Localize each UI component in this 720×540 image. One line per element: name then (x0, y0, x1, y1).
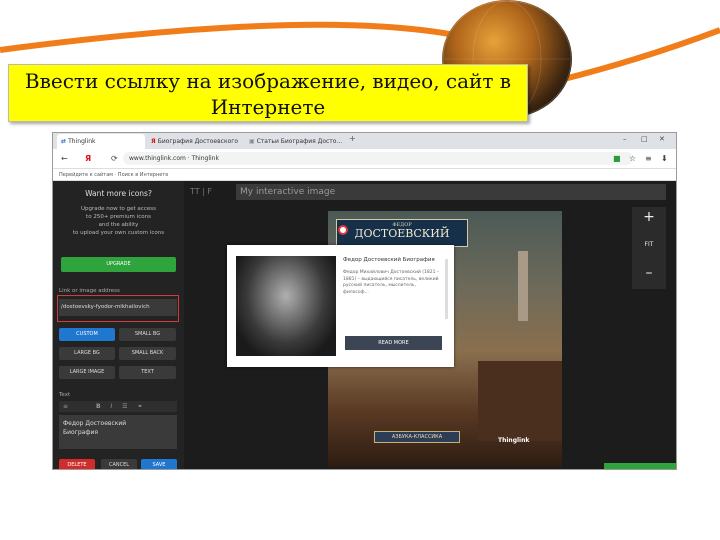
portrait-image (236, 256, 336, 356)
save-button[interactable]: SAVE (141, 459, 177, 469)
zoom-controls: + FIT – (632, 207, 666, 289)
tab-articles[interactable]: ▣ Статьи Биография Досто... (245, 134, 345, 149)
small-bg-button[interactable]: SMALL BG (119, 328, 176, 341)
bookmark-item[interactable]: Перейдите к сайтам · Поиск в Интернете (53, 172, 168, 178)
italic-icon[interactable]: I (102, 403, 112, 410)
tab-biography[interactable]: Я Биография Достоевского (147, 134, 243, 149)
bookmark-star-icon[interactable]: ☆ (629, 149, 636, 169)
read-more-button[interactable]: READ MORE (345, 336, 442, 350)
slide-title-line1: Ввести ссылку на изображение, видео, сай… (24, 69, 512, 93)
list-icon[interactable]: ☰ (114, 403, 127, 410)
address-bar: ← Я ⟳ www.thinglink.com · Thinglink ■ ☆ … (53, 149, 676, 169)
text-button[interactable]: TEXT (119, 366, 176, 379)
popup-text-area[interactable]: Федор Достоевский Биография (59, 415, 177, 449)
text-format-toolbar: ≡ B I ☰ ⚭ (59, 401, 177, 412)
upgrade-button[interactable]: UPGRADE (61, 257, 176, 272)
bookmarks-bar: Перейдите к сайтам · Поиск в Интернете (53, 169, 676, 181)
link-icon[interactable]: ⚭ (129, 403, 142, 410)
delete-button[interactable]: DELETE (59, 459, 95, 469)
bell-tower-shape (518, 251, 528, 321)
popup-card: Федор Достоевский Биография Федор Михайл… (227, 245, 454, 367)
new-tab-button[interactable]: + (349, 134, 356, 143)
back-arrow-icon[interactable]: ← (61, 149, 68, 169)
slide-title-line2: Интернете (210, 95, 326, 119)
download-icon[interactable]: ⬇ (661, 149, 668, 169)
url-field[interactable]: www.thinglink.com · Thinglink (123, 152, 633, 165)
minimize-button[interactable]: – (623, 135, 627, 143)
popup-text: Федор Достоевский Биография Федор Михайл… (343, 256, 441, 342)
tab-bar: ⇄ Thinglink Я Биография Достоевского ▣ С… (53, 133, 676, 149)
building-shape (478, 361, 562, 441)
link-label: Link or image address (59, 288, 120, 294)
slide-title: Ввести ссылку на изображение, видео, сай… (8, 64, 528, 122)
small-back-button[interactable]: SMALL BACK (119, 347, 176, 360)
page-favicon-icon: ▣ (249, 138, 257, 145)
sidebar-heading: Want more icons? (85, 189, 152, 198)
popup-scrollbar[interactable] (445, 259, 448, 319)
book-author: ДОСТОЕВСКИЙ (354, 227, 450, 240)
textarea-line2: Биография (63, 429, 98, 436)
popup-body: Федор Михайлович Достоевский (1821 – 188… (343, 270, 440, 295)
fit-button[interactable]: FIT (632, 227, 666, 255)
refresh-icon[interactable]: ⟳ (111, 149, 118, 169)
text-format-icon[interactable]: TT | F (190, 187, 212, 196)
sidebar-info-line2: to 250+ premium icons (86, 214, 151, 220)
thinglink-watermark: Thinglink (498, 437, 530, 444)
close-window-button[interactable]: ✕ (659, 135, 665, 143)
bold-icon[interactable]: B (70, 403, 101, 410)
zoom-in-button[interactable]: + (632, 207, 666, 227)
sidebar-info-line1: Upgrade now to get access (81, 206, 156, 212)
menu-icon[interactable]: ≡ (645, 149, 652, 169)
large-bg-button[interactable]: LARGE BG (59, 347, 115, 360)
custom-button[interactable]: CUSTOM (59, 328, 115, 341)
zoom-out-button[interactable]: – (632, 255, 666, 283)
tag-marker-icon[interactable] (338, 225, 348, 235)
book-series-label: АЗБУКА-КЛАССИКА (374, 431, 460, 443)
yandex-logo-icon[interactable]: Я (85, 149, 91, 169)
image-title-input[interactable]: My interactive image (236, 184, 666, 200)
sidebar-info-line3: and the ability (98, 222, 139, 228)
bottom-save-strip[interactable] (604, 463, 676, 469)
cancel-button[interactable]: CANCEL (101, 459, 137, 469)
popup-title: Федор Достоевский Биография (343, 257, 435, 263)
yandex-favicon-icon: Я (151, 138, 158, 145)
link-input[interactable]: /dostoevsky-fyodor-mikhailovich (59, 299, 177, 316)
tab-thinglink[interactable]: ⇄ Thinglink (57, 134, 145, 149)
sidebar-info-line4: to upload your own custom icons (72, 230, 165, 236)
browser-window: ⇄ Thinglink Я Биография Достоевского ▣ С… (52, 132, 677, 470)
text-label: Text (59, 392, 71, 398)
book-title-plate: ФЕДОР ДОСТОЕВСКИЙ (336, 219, 468, 247)
extension-icon[interactable]: ■ (613, 149, 621, 169)
textarea-line1: Федор Достоевский (63, 420, 127, 427)
maximize-button[interactable]: □ (641, 135, 648, 143)
large-image-button[interactable]: LARGE IMAGE (59, 366, 115, 379)
font-size-icon[interactable]: ≡ (59, 403, 68, 410)
edit-sidebar: Want more icons? Upgrade now to get acce… (53, 181, 184, 469)
